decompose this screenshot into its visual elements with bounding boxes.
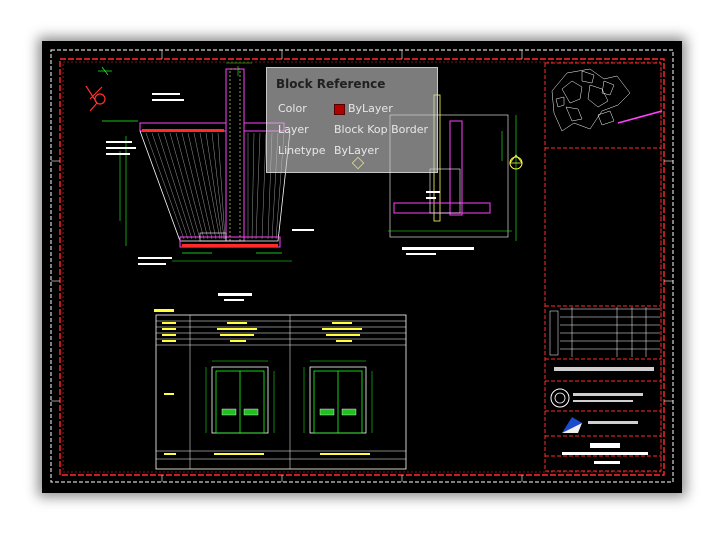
- tooltip-color-value: ByLayer: [348, 102, 393, 115]
- site-plan-map: [551, 68, 631, 132]
- tooltip-linetype-value: ByLayer: [334, 144, 379, 157]
- door-elevation-1[interactable]: [205, 360, 275, 434]
- company-logo-icon: [562, 417, 638, 433]
- tooltip-linetype-label: Linetype: [278, 144, 326, 157]
- tooltip-color-label: Color: [278, 102, 307, 115]
- north-arrow-icon: [85, 85, 106, 112]
- tooltip-title: Block Reference: [276, 77, 386, 91]
- site-route-line: [617, 110, 663, 124]
- door-elevation-2[interactable]: [303, 360, 373, 434]
- color-swatch-icon: [334, 104, 345, 115]
- tooltip-layer-value: Block Kop Border: [334, 123, 428, 136]
- company-logo-icon: [550, 388, 643, 408]
- door-schedule-table[interactable]: [154, 309, 407, 470]
- title-block[interactable]: [544, 62, 663, 472]
- tooltip-layer-label: Layer: [278, 123, 309, 136]
- block-reference-tooltip: Block Reference Color ByLayer Layer Bloc…: [266, 67, 438, 173]
